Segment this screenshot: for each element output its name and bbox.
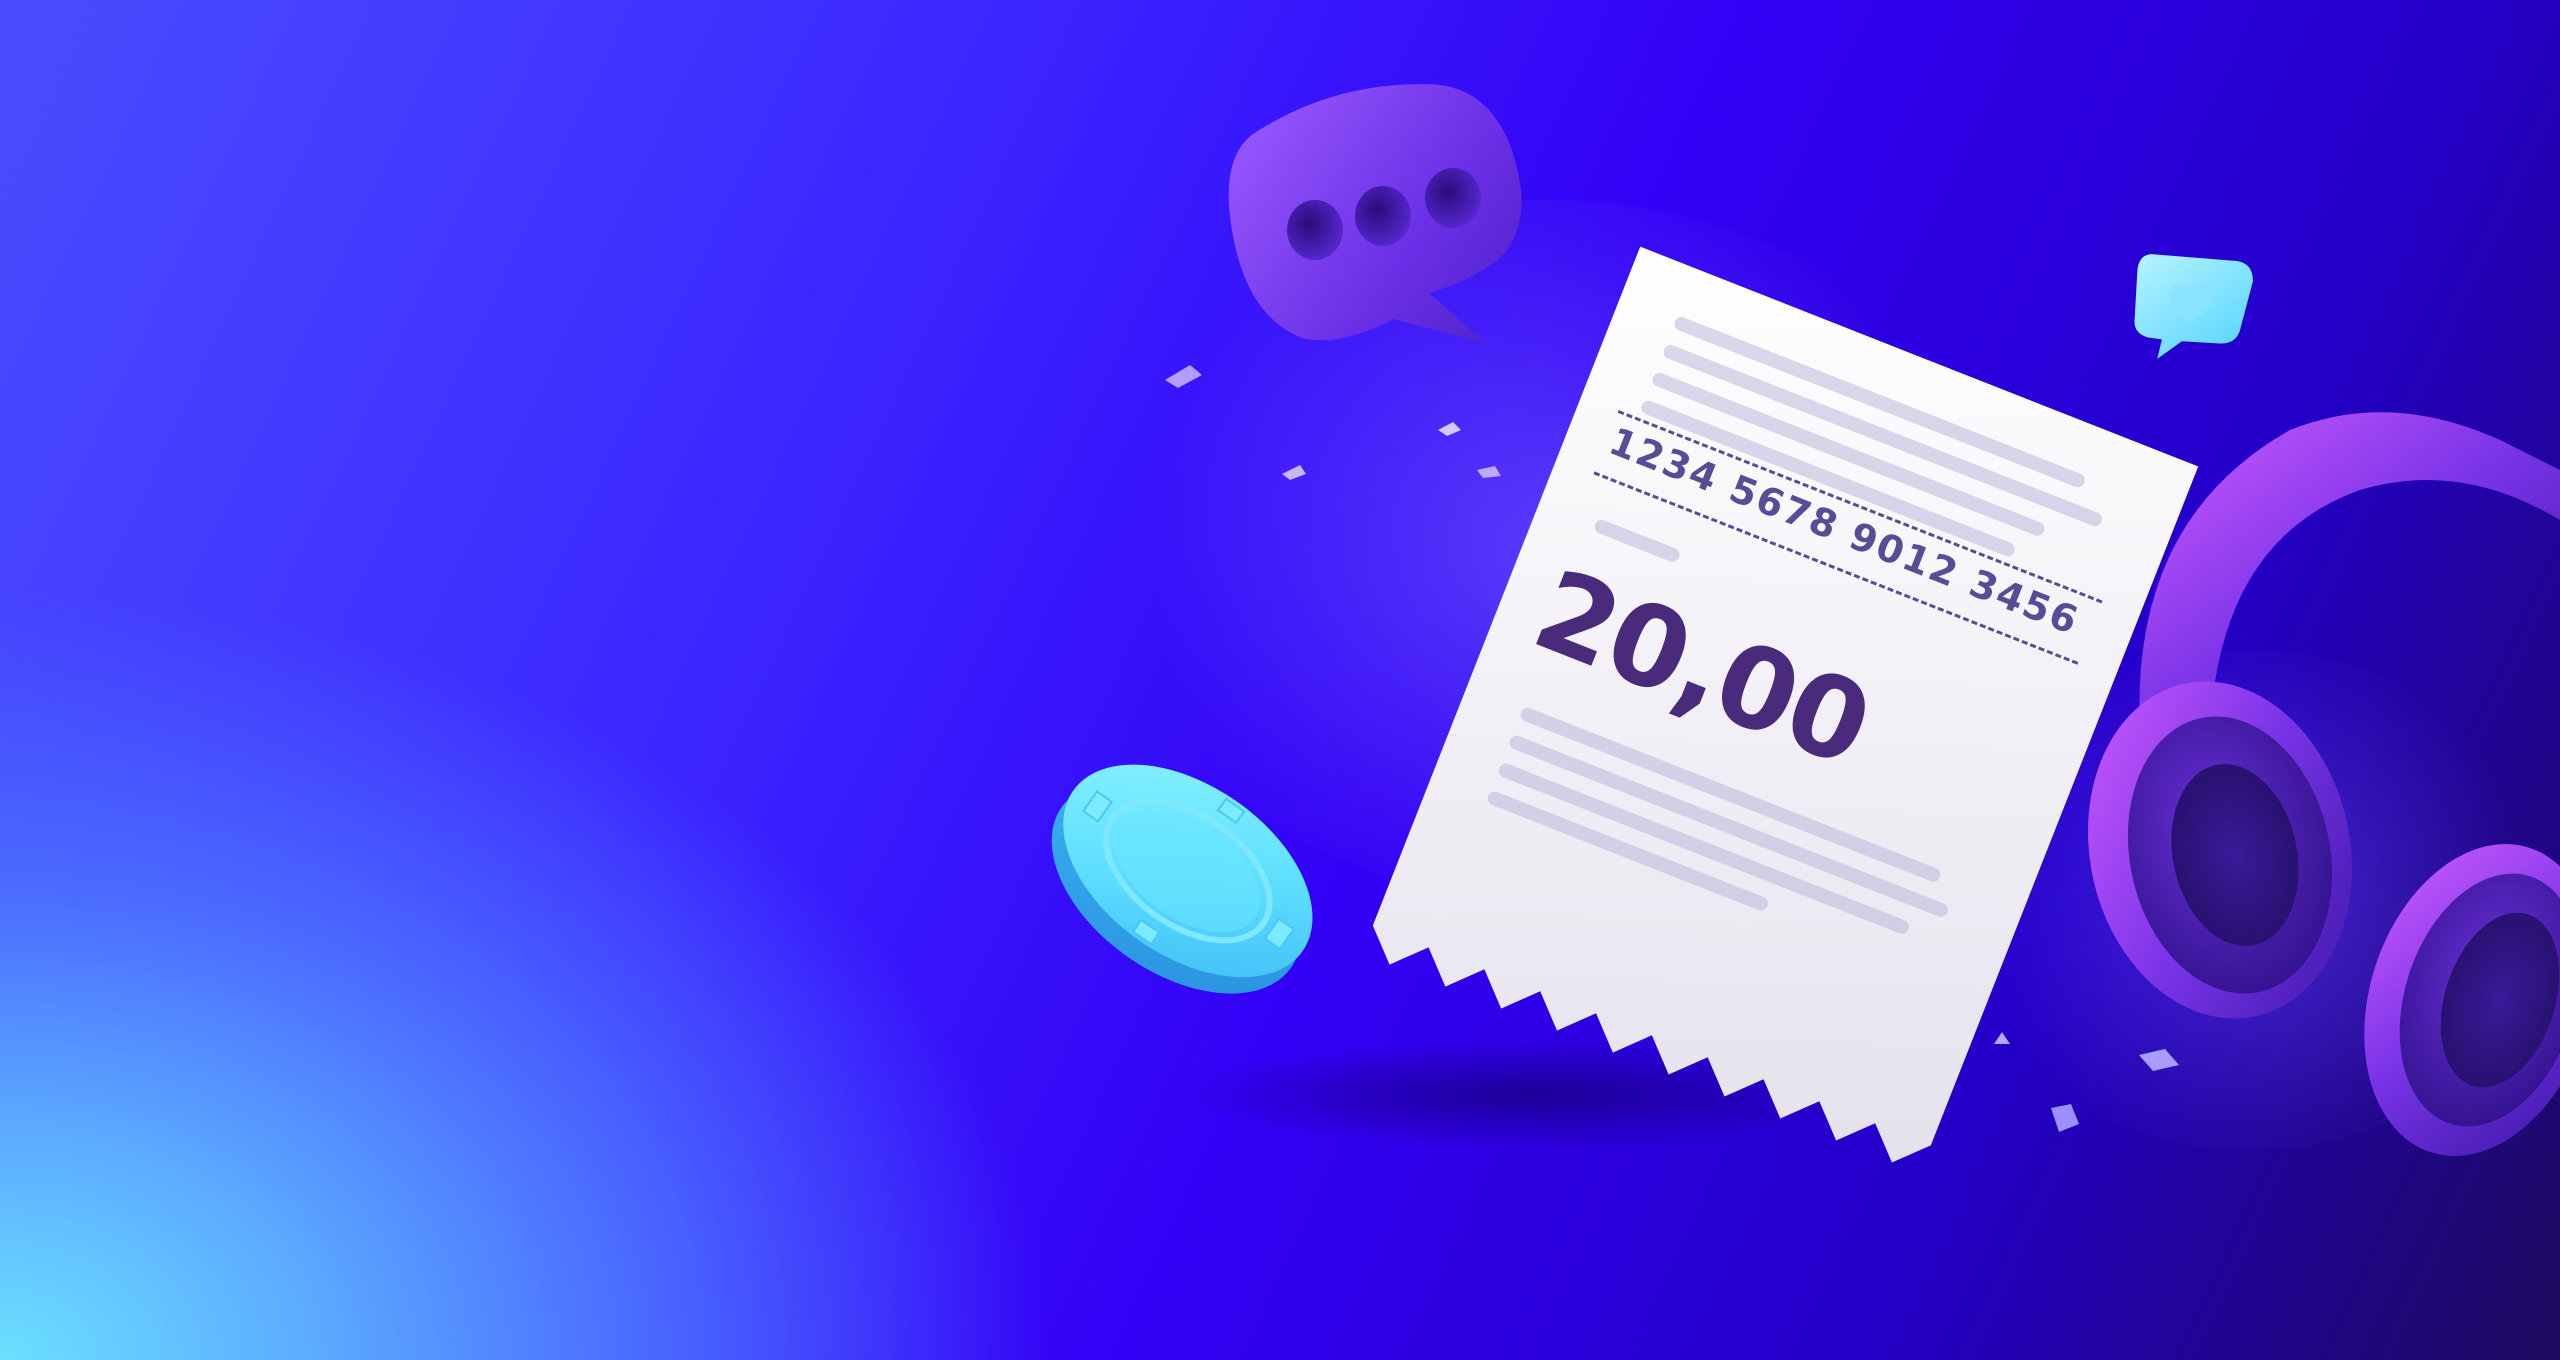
shard-decoration: [1435, 420, 1465, 440]
poker-chip-icon: [1035, 745, 1335, 1005]
receipt-dashed-line: [1618, 410, 2103, 603]
shard-decoration: [1160, 360, 1210, 390]
chat-bubble-icon: [1215, 80, 1545, 380]
receipt-amount: 20,00: [1517, 544, 1886, 793]
shard-decoration: [1475, 462, 1505, 482]
shard-decoration: [1990, 1030, 2014, 1050]
heart-message-icon: [2125, 245, 2260, 370]
headphones-icon: [2060, 400, 2560, 1160]
shard-decoration: [1280, 462, 1310, 482]
receipt-text-line: [1593, 518, 1682, 564]
